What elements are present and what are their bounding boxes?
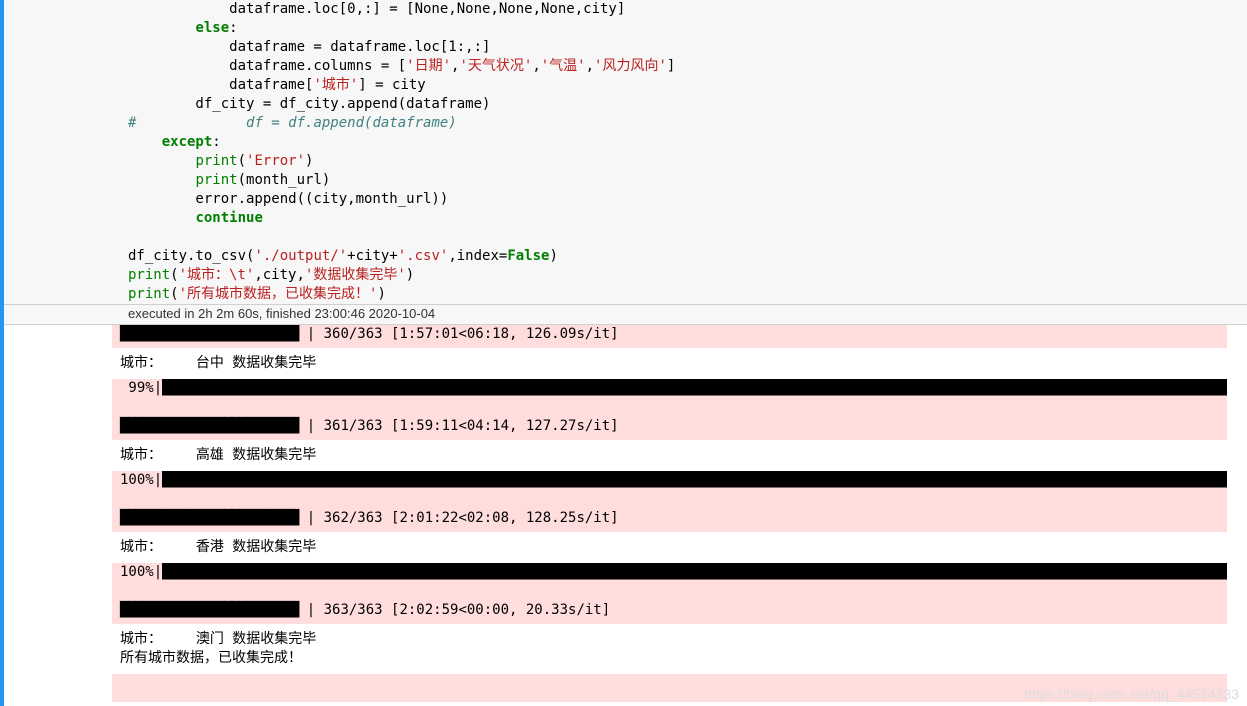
code-cell[interactable]: dataframe.loc[0,:] = [None,None,None,Non…: [4, 0, 1247, 305]
code-line: print('所有城市数据，已收集完成！'): [128, 286, 386, 302]
output-area[interactable]: ████████████████████████ | 360/363 [1:57…: [112, 325, 1227, 705]
code-line: # df = df.append(dataframe): [128, 115, 457, 131]
code-line: error.append((city,month_url)): [128, 191, 448, 207]
code-line: print(month_url): [128, 172, 330, 188]
code-line: continue: [128, 210, 263, 226]
code-line: except:: [128, 134, 221, 150]
code-line: dataframe.columns = ['日期','天气状况','气温','风…: [128, 58, 675, 74]
stderr-block: ████████████████████████ | 360/363 [1:57…: [112, 325, 1227, 348]
stdout-line: 城市： 香港 数据收集完毕: [112, 532, 1227, 563]
stdout-line: 城市： 台中 数据收集完毕: [112, 348, 1227, 379]
code-line: print('Error'): [128, 153, 313, 169]
stderr-block: 100%|███████████████████████████████████…: [112, 563, 1227, 624]
code-line: dataframe = dataframe.loc[1:,:]: [128, 39, 490, 55]
stdout-line: 城市： 高雄 数据收集完毕: [112, 440, 1227, 471]
code-line: print('城市：\t',city,'数据收集完毕'): [128, 267, 414, 283]
stderr-block: [112, 674, 1227, 702]
code-line: df_city.to_csv('./output/'+city+'.csv',i…: [128, 248, 558, 264]
stderr-block: 99%|████████████████████████████████████…: [112, 379, 1227, 440]
execution-info: executed in 2h 2m 60s, finished 23:00:46…: [4, 305, 1247, 325]
stdout-line: 城市： 澳门 数据收集完毕 所有城市数据，已收集完成！: [112, 624, 1227, 674]
code-line: dataframe.loc[0,:] = [None,None,None,Non…: [128, 1, 625, 17]
stderr-block: 100%|███████████████████████████████████…: [112, 471, 1227, 532]
code-line: else:: [128, 20, 238, 36]
code-line: df_city = df_city.append(dataframe): [128, 96, 490, 112]
code-line: dataframe['城市'] = city: [128, 77, 426, 93]
